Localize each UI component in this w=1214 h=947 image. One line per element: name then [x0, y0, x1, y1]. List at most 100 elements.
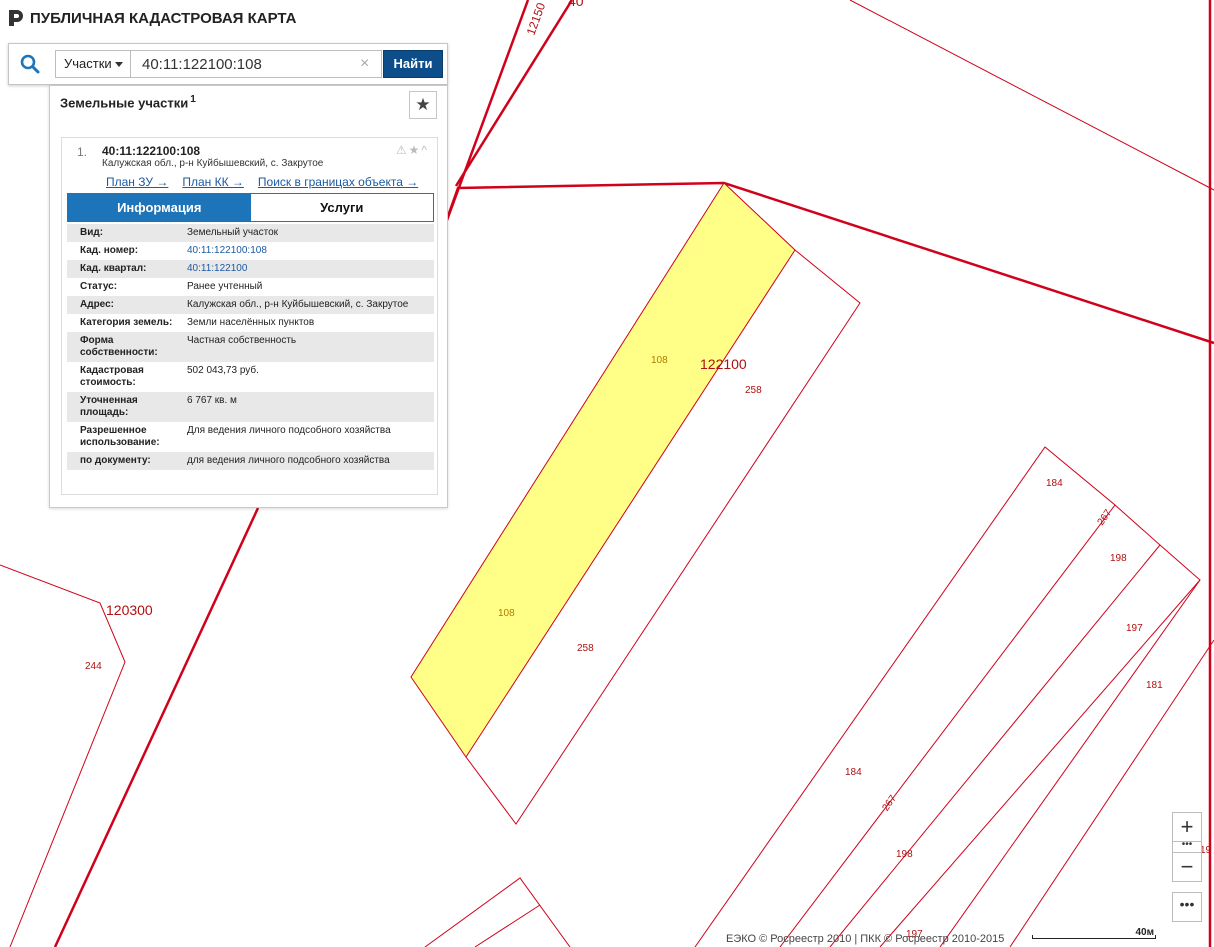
panel-title: Земельные участки: [60, 95, 189, 111]
info-row: Адрес: Калужская обл., р-н Куйбышевский, …: [67, 296, 434, 314]
parcel-label-197: 197: [1126, 623, 1143, 634]
parcel-184: [694, 446, 1116, 947]
app-title: ПУБЛИЧНАЯ КАДАСТРОВАЯ КАРТА: [8, 9, 296, 27]
info-value: 6 767 кв. м: [187, 395, 237, 406]
info-row: Категория земель: Земли населённых пункто…: [67, 314, 434, 332]
parcel-label-184: 184: [845, 767, 862, 778]
copyright-text: ЕЭКО © Росреестр 2010 | ПКК © Росреестр …: [726, 933, 1005, 945]
parcel-label-258: 258: [745, 385, 762, 396]
parcel-267: [829, 504, 1161, 947]
warning-icon[interactable]: ⚠: [396, 143, 409, 157]
quarter-label-12150: 12150: [524, 1, 549, 37]
info-key: по документу:: [80, 455, 151, 466]
pkk-logo-icon: [9, 10, 23, 26]
info-row: Разрешенное использование: Для ведения ли…: [67, 422, 434, 452]
info-key: Кадастровая стоимость:: [80, 365, 144, 388]
results-panel: Земельные участки 1 ★ 1. 40:11:122100:108…: [49, 85, 448, 508]
info-key: Форма собственности:: [80, 335, 158, 358]
info-value: для ведения личного подсобного хозяйства: [187, 455, 390, 466]
info-row: Кад. квартал: 40:11:122100: [67, 260, 434, 278]
parcel-label-108: 108: [498, 608, 515, 619]
selected-parcel-108[interactable]: [410, 182, 796, 758]
info-key: Категория земель:: [80, 317, 173, 328]
result-address: Калужская обл., р-н Куйбышевский, с. Зак…: [102, 158, 324, 169]
object-type-label: Участки: [64, 56, 112, 71]
scale-bar: 40м: [1032, 927, 1156, 941]
parcel-boundary: [424, 877, 571, 947]
more-options-button[interactable]: •••: [1172, 892, 1202, 922]
parcel-label-198: 198: [896, 849, 913, 860]
scale-label: 40м: [1135, 927, 1154, 938]
zoom-out-button[interactable]: −: [1172, 852, 1202, 882]
collapse-icon[interactable]: ^: [421, 143, 429, 157]
info-key: Уточненная площадь:: [80, 395, 138, 418]
info-value: Ранее учтенный: [187, 281, 263, 292]
info-row: Вид: Земельный участок: [67, 224, 434, 242]
search-in-bounds-link[interactable]: Поиск в границах объекта →: [258, 175, 418, 189]
tab-services[interactable]: Услуги: [250, 194, 433, 221]
info-row: Форма собственности: Частная собственност…: [67, 332, 434, 362]
info-value: Частная собственность: [187, 335, 297, 346]
info-key: Разрешенное использование:: [80, 425, 160, 448]
caret-down-icon: [115, 62, 123, 67]
info-value: Калужская обл., р-н Куйбышевский, с. Зак…: [187, 299, 409, 310]
info-row: Уточненная площадь: 6 767 кв. м: [67, 392, 434, 422]
quarter-boundary: [53, 507, 260, 947]
parcel-label-244: 244: [85, 661, 102, 672]
info-key: Адрес:: [80, 299, 114, 310]
cadastral-quarter-link[interactable]: 40:11:122100: [187, 260, 434, 278]
quarter-label-40: 40: [568, 0, 584, 9]
search-icon[interactable]: [19, 53, 41, 75]
info-key: Кад. квартал:: [80, 263, 147, 274]
info-row: Статус: Ранее учтенный: [67, 278, 434, 296]
info-value: 502 043,73 руб.: [187, 365, 259, 376]
info-key: Статус:: [80, 281, 118, 292]
info-row: Кадастровая стоимость: 502 043,73 руб.: [67, 362, 434, 392]
object-type-select[interactable]: Участки: [55, 50, 131, 78]
result-card: 1. 40:11:122100:108 Калужская обл., р-н …: [61, 137, 438, 495]
favorites-button[interactable]: ★: [409, 91, 437, 119]
parcel-label-181: 181: [1146, 680, 1163, 691]
parcel-boundary: [0, 564, 126, 947]
clear-icon[interactable]: ×: [360, 56, 369, 72]
parcel-label-258: 258: [577, 643, 594, 654]
search-input[interactable]: [130, 50, 382, 78]
search-bar: Участки × Найти: [8, 43, 448, 85]
plan-zu-link[interactable]: План ЗУ →: [106, 175, 168, 189]
quarter-boundary: [454, 0, 574, 187]
info-row: по документу: для ведения личного подсобн…: [67, 452, 434, 470]
quarter-label-120300: 120300: [106, 602, 153, 618]
parcel-197: [939, 579, 1201, 947]
info-row: Кад. номер: 40:11:122100:108: [67, 242, 434, 260]
parcel-198: [879, 544, 1201, 947]
card-tools: ⚠★^: [396, 143, 429, 157]
parcel-boundary: [849, 0, 1214, 191]
quarter-label-122100: 122100: [700, 356, 747, 372]
parcel-boundary: [474, 904, 541, 947]
zoom-in-button[interactable]: +: [1172, 812, 1202, 842]
app-title-text: ПУБЛИЧНАЯ КАДАСТРОВАЯ КАРТА: [30, 9, 297, 27]
info-value: Земли населённых пунктов: [187, 317, 315, 328]
info-value: Земельный участок: [187, 227, 279, 238]
result-index: 1.: [77, 145, 88, 159]
panel-header: Земельные участки 1: [60, 94, 196, 110]
parcel-label-198: 198: [1110, 553, 1127, 564]
cadastral-number-link[interactable]: 40:11:122100:108: [187, 242, 434, 260]
info-value: Для ведения личного подсобного хозяйства: [187, 425, 391, 436]
find-button[interactable]: Найти: [383, 50, 443, 78]
result-links: План ЗУ → План КК → Поиск в границах объ…: [106, 175, 418, 189]
plan-kk-link[interactable]: План КК →: [182, 175, 244, 189]
parcel-label-267: 267: [1096, 507, 1115, 527]
parcel-label-108: 108: [651, 355, 668, 366]
tab-information[interactable]: Информация: [68, 194, 251, 221]
favorite-star-icon[interactable]: ★: [409, 143, 422, 157]
quarter-boundary: [434, 0, 1214, 345]
result-title[interactable]: 40:11:122100:108: [102, 144, 200, 158]
info-table: Вид: Земельный участок Кад. номер: 40:11:1…: [67, 224, 434, 470]
result-count: 1: [190, 94, 196, 105]
info-key: Кад. номер:: [80, 245, 139, 256]
parcel-label-184: 184: [1046, 478, 1063, 489]
info-key: Вид:: [80, 227, 104, 238]
star-icon: ★: [415, 95, 431, 114]
result-tabs: Информация Услуги: [67, 193, 434, 222]
